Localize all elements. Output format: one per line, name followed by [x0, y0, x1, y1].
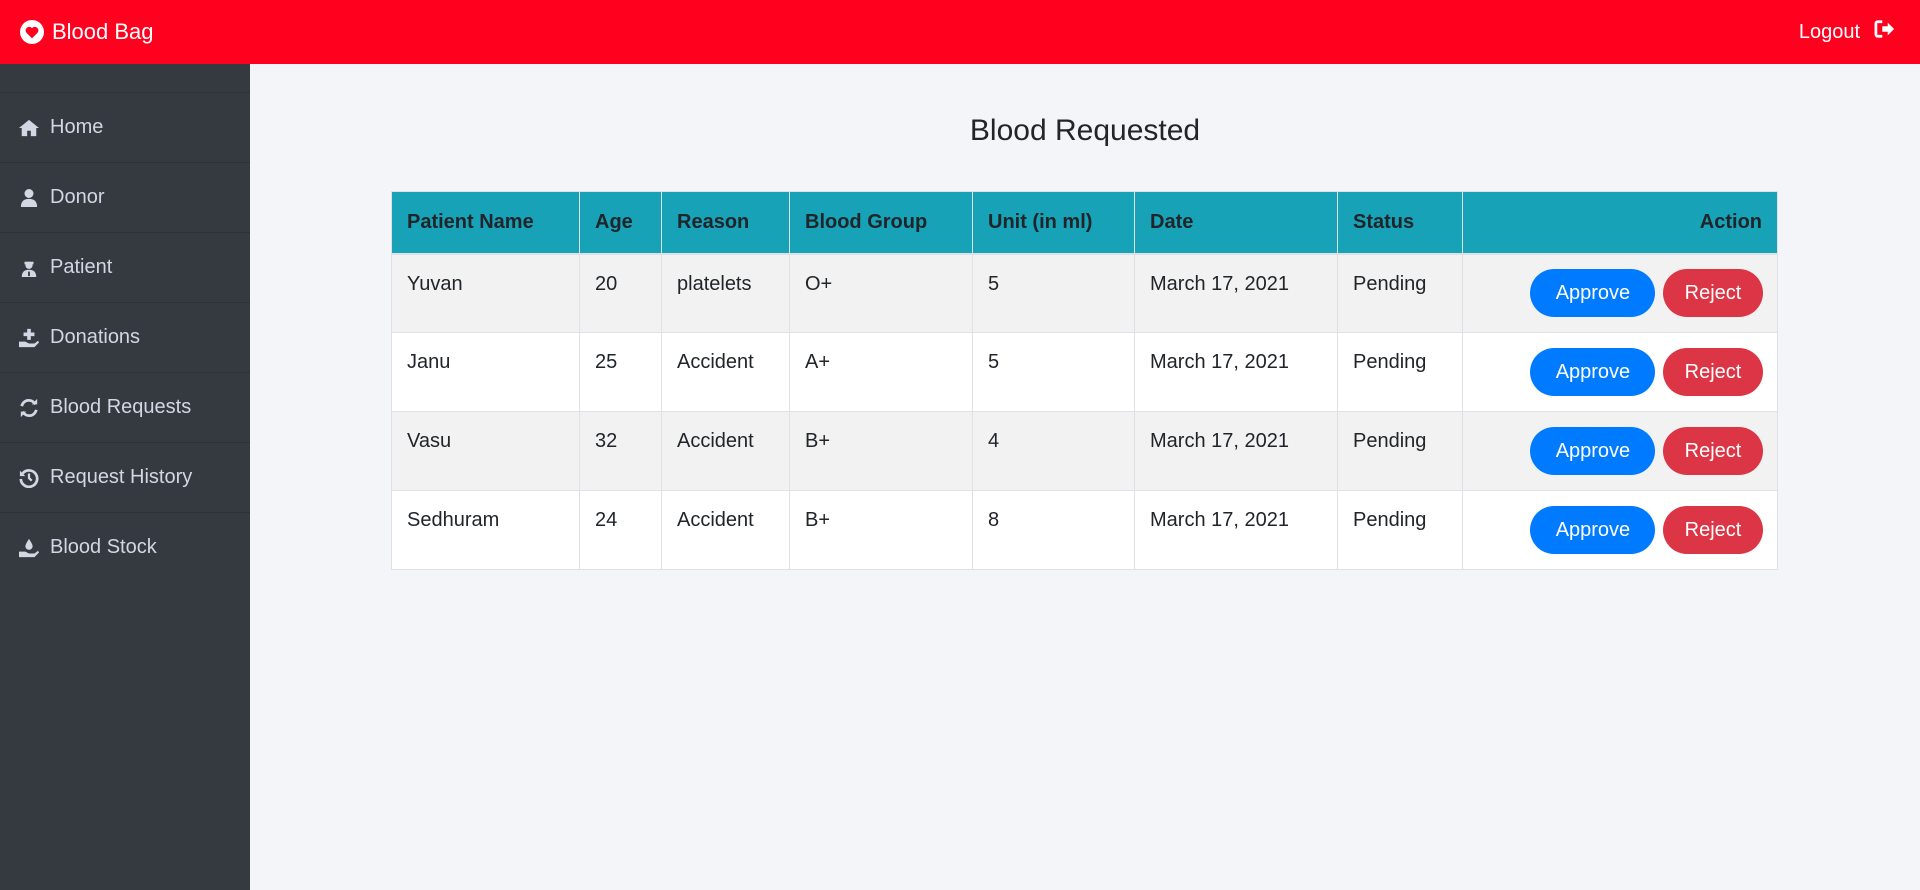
blood-group-cell: B+ — [789, 490, 973, 570]
donation-icon — [18, 327, 40, 349]
hand-holding-drop-icon — [18, 537, 40, 559]
table-row: Yuvan 20 platelets O+ 5 March 17, 2021 P… — [391, 253, 1778, 333]
reason-cell: Accident — [661, 411, 790, 491]
brand[interactable]: Blood Bag — [20, 19, 154, 45]
refresh-icon — [18, 397, 40, 419]
sidebar-item-patient[interactable]: Patient — [0, 232, 250, 302]
age-cell: 20 — [579, 253, 662, 333]
column-header: Patient Name — [391, 191, 580, 255]
action-cell: Approve Reject — [1462, 411, 1778, 491]
column-header: Date — [1134, 191, 1338, 255]
patient-name-cell: Vasu — [391, 411, 580, 491]
sidebar: Home Donor Patient Donations Blood Reque… — [0, 64, 250, 890]
approve-button[interactable]: Approve — [1530, 269, 1656, 318]
age-cell: 24 — [579, 490, 662, 570]
column-header: Reason — [661, 191, 790, 255]
sidebar-item-label: Request History — [50, 466, 193, 488]
reason-cell: Accident — [661, 490, 790, 570]
status-cell: Pending — [1337, 411, 1463, 491]
sidebar-item-label: Blood Requests — [50, 396, 192, 418]
sidebar-item-label: Donor — [50, 186, 105, 208]
table-row: Sedhuram 24 Accident B+ 8 March 17, 2021… — [391, 490, 1778, 570]
blood-requests-table: Patient Name Age Reason Blood Group Unit… — [391, 191, 1778, 570]
home-icon — [18, 117, 40, 139]
column-header: Status — [1337, 191, 1463, 255]
approve-button[interactable]: Approve — [1530, 506, 1656, 554]
sign-out-icon — [1874, 19, 1896, 45]
date-cell: March 17, 2021 — [1134, 490, 1338, 570]
sidebar-item-label: Home — [50, 116, 104, 138]
date-cell: March 17, 2021 — [1134, 332, 1338, 412]
age-cell: 32 — [579, 411, 662, 491]
sidebar-item-donations[interactable]: Donations — [0, 302, 250, 372]
action-cell: Approve Reject — [1462, 332, 1778, 412]
column-header: Action — [1462, 191, 1778, 255]
approve-button[interactable]: Approve — [1530, 348, 1656, 396]
status-cell: Pending — [1337, 490, 1463, 570]
sidebar-item-home[interactable]: Home — [0, 92, 250, 162]
logout-link[interactable]: Logout — [1799, 19, 1900, 45]
unit-cell: 8 — [972, 490, 1135, 570]
sidebar-item-blood-stock[interactable]: Blood Stock — [0, 512, 250, 582]
reject-button[interactable]: Reject — [1663, 348, 1763, 396]
reject-button[interactable]: Reject — [1663, 269, 1763, 318]
sidebar-item-label: Patient — [50, 256, 113, 278]
sidebar-item-request-history[interactable]: Request History — [0, 442, 250, 512]
unit-cell: 4 — [972, 411, 1135, 491]
table-header-row: Patient Name Age Reason Blood Group Unit… — [391, 191, 1778, 255]
blood-group-cell: A+ — [789, 332, 973, 412]
table-row: Janu 25 Accident A+ 5 March 17, 2021 Pen… — [391, 332, 1778, 412]
blood-group-cell: B+ — [789, 411, 973, 491]
brand-title: Blood Bag — [52, 19, 154, 44]
main-content: Blood Requested Patient Name Age Reason … — [250, 64, 1920, 890]
column-header: Age — [579, 191, 662, 255]
page-title: Blood Requested — [969, 114, 1201, 147]
unit-cell: 5 — [972, 332, 1135, 412]
status-cell: Pending — [1337, 253, 1463, 333]
sidebar-item-label: Blood Stock — [50, 536, 157, 558]
status-cell: Pending — [1337, 332, 1463, 412]
date-cell: March 17, 2021 — [1134, 253, 1338, 333]
unit-cell: 5 — [972, 253, 1135, 333]
reject-button[interactable]: Reject — [1663, 427, 1763, 475]
reject-button[interactable]: Reject — [1663, 506, 1763, 554]
approve-button[interactable]: Approve — [1530, 427, 1656, 475]
table-row: Vasu 32 Accident B+ 4 March 17, 2021 Pen… — [391, 411, 1778, 491]
action-cell: Approve Reject — [1462, 490, 1778, 570]
patient-name-cell: Yuvan — [391, 253, 580, 333]
user-icon — [18, 187, 40, 209]
action-cell: Approve Reject — [1462, 253, 1778, 333]
sidebar-item-blood-requests[interactable]: Blood Requests — [0, 372, 250, 442]
reason-cell: platelets — [661, 253, 790, 333]
age-cell: 25 — [579, 332, 662, 412]
sidebar-item-donor[interactable]: Donor — [0, 162, 250, 232]
column-header: Blood Group — [789, 191, 973, 255]
logout-label: Logout — [1798, 20, 1860, 43]
patient-name-cell: Janu — [391, 332, 580, 412]
date-cell: March 17, 2021 — [1134, 411, 1338, 491]
sidebar-item-label: Donations — [50, 326, 141, 348]
reason-cell: Accident — [661, 332, 790, 412]
history-icon — [18, 467, 40, 489]
column-header: Unit (in ml) — [972, 191, 1135, 255]
heart-icon — [20, 20, 44, 44]
blood-group-cell: O+ — [789, 253, 973, 333]
patient-name-cell: Sedhuram — [391, 490, 580, 570]
top-navbar: Blood Bag Logout — [0, 0, 1920, 64]
patient-icon — [18, 257, 40, 279]
